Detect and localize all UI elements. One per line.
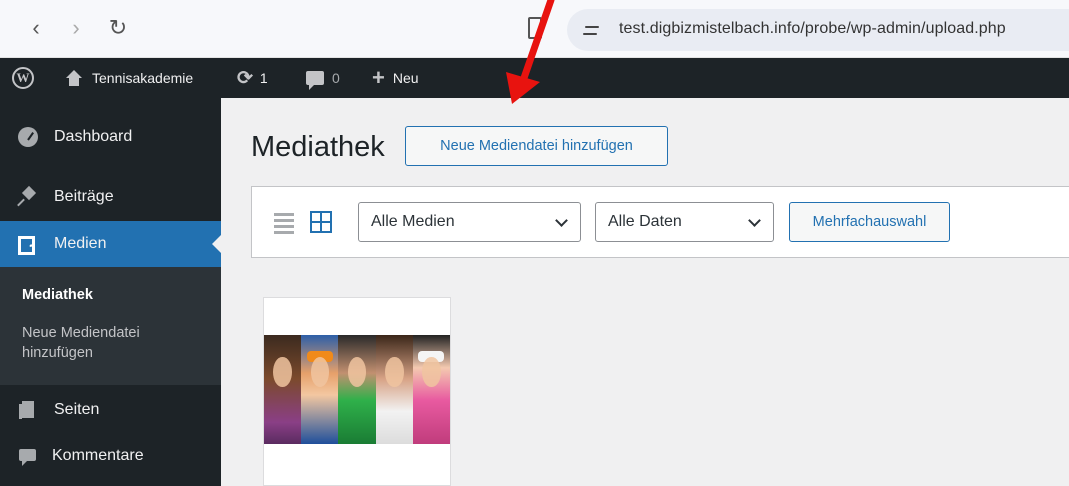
- annotation-arrow: [506, 0, 555, 104]
